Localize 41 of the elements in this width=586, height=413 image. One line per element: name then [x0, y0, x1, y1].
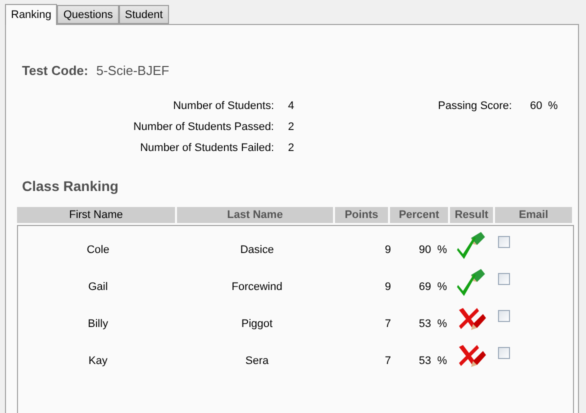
- column-header[interactable]: First Name: [17, 207, 175, 223]
- table-cell-text: 53 %: [418, 354, 448, 367]
- stat-value: 4: [288, 100, 296, 112]
- table-cell-text: 69 %: [418, 280, 448, 293]
- stat-label: Number of Students Passed:: [132, 121, 274, 133]
- table-cell-text: Cole: [86, 243, 110, 256]
- tab[interactable]: Questions: [57, 5, 119, 24]
- test-code-label: Test Code:: [22, 63, 88, 78]
- table-cell-text: Piggot: [240, 317, 274, 330]
- email-checkbox[interactable]: [498, 310, 510, 322]
- table-cell-text: Forcewind: [230, 280, 284, 293]
- table-cell-text: Sera: [244, 354, 270, 367]
- table-cell-text: 7: [384, 317, 391, 330]
- column-header[interactable]: Points: [335, 207, 388, 223]
- column-header[interactable]: Percent: [390, 207, 448, 223]
- stat-value: 2: [288, 121, 296, 133]
- table-cell-text: 53 %: [418, 317, 448, 330]
- table-cell-text: 90 %: [418, 243, 448, 256]
- table-cell-text: Kay: [88, 354, 108, 367]
- stat-label: Number of Students Failed:: [139, 142, 274, 154]
- column-header[interactable]: Result: [450, 207, 493, 223]
- email-checkbox[interactable]: [498, 347, 510, 359]
- email-checkbox[interactable]: [498, 273, 510, 285]
- table-cell-text: 9: [384, 280, 391, 293]
- table-cell-text: Gail: [87, 280, 109, 293]
- table-cell-text: 7: [384, 354, 391, 367]
- passing-score-value: 60: [530, 100, 544, 112]
- section-title: Class Ranking: [22, 178, 120, 194]
- test-code-value: 5-Scie-BJEF: [96, 63, 170, 78]
- stat-value: 2: [288, 142, 296, 154]
- tab[interactable]: Ranking: [5, 4, 58, 25]
- table-cell-text: Dasice: [239, 243, 275, 256]
- stat-label: Number of Students:: [172, 100, 274, 112]
- column-header[interactable]: Email: [495, 207, 572, 223]
- table-cell-text: 9: [384, 243, 391, 256]
- email-checkbox[interactable]: [498, 236, 510, 248]
- passing-score-label: Passing Score:: [438, 100, 513, 112]
- column-header[interactable]: Last Name: [177, 207, 333, 223]
- tab[interactable]: Student: [118, 5, 169, 24]
- percent-unit: %: [548, 100, 558, 112]
- table-cell-text: Billy: [86, 317, 110, 330]
